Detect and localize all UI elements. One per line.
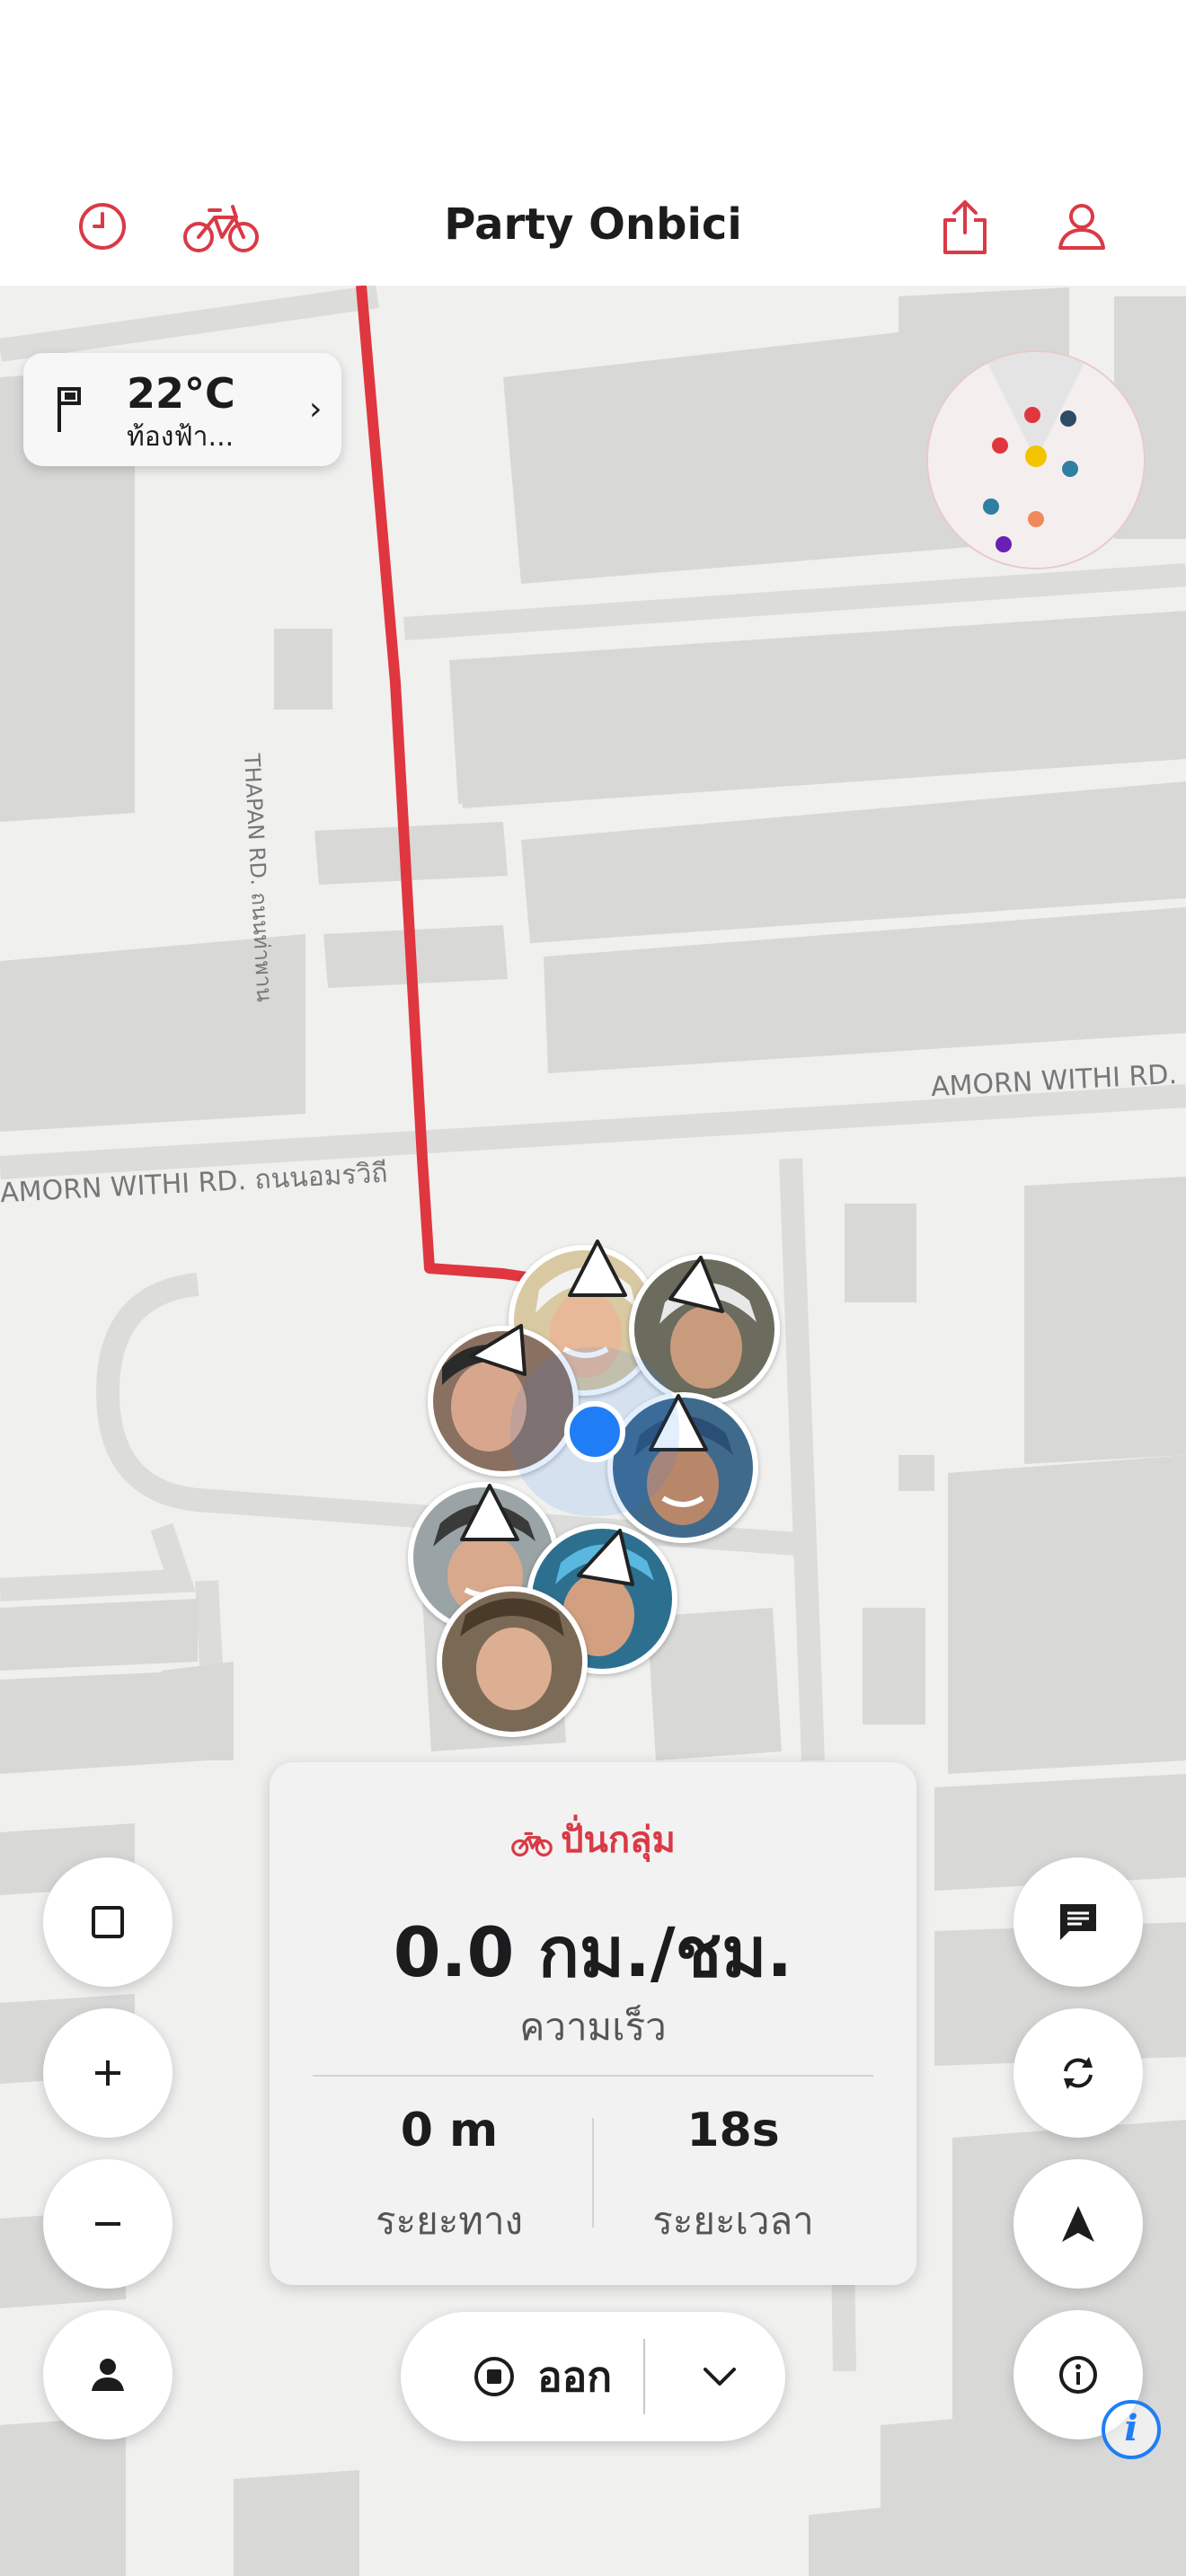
share-button[interactable] (920, 190, 1010, 262)
duration-stat: 18s ระยะเวลา (589, 2104, 877, 2251)
radar-rider-dot (1060, 410, 1076, 427)
refresh-icon (1064, 2057, 1093, 2089)
profile-icon (1058, 204, 1105, 250)
radar-rider-dot (996, 536, 1012, 552)
map-attribution-info-icon[interactable]: i (1102, 2400, 1161, 2459)
radar-rider-dot (983, 498, 999, 515)
current-location-dot (564, 1401, 625, 1462)
radar-self-dot (1025, 446, 1047, 467)
distance-stat: 0 m ระยะทาง (305, 2104, 593, 2251)
ride-mode: ปั่นกลุ่ม (270, 1811, 916, 1868)
more-options-button[interactable] (670, 2312, 769, 2441)
chat-icon (1060, 1904, 1096, 1940)
duration-label: ระยะเวลา (652, 2199, 814, 2243)
weather-temperature: 22°C (127, 369, 235, 418)
radar-rider-dot (1062, 461, 1078, 477)
radar-view (982, 352, 1090, 552)
stop-tracking-button[interactable] (43, 1857, 173, 1987)
top-bar: Party Onbici (0, 0, 1186, 286)
rider-heading-arrow (577, 1529, 634, 1586)
weather-condition: ท้องฟ้า... (127, 421, 235, 453)
duration-value: 18s (686, 2104, 780, 2157)
ride-stats-card: ปั่นกลุ่ม 0.0 กม./ชม. ความเร็ว 0 m ระยะท… (270, 1762, 916, 2285)
rider-avatar[interactable] (437, 1586, 588, 1737)
exit-control: ออก (401, 2312, 785, 2441)
profile-button[interactable] (1037, 190, 1127, 262)
zoom-out-button[interactable] (43, 2159, 173, 2289)
rider-heading-arrow (568, 1239, 627, 1297)
navigate-button[interactable] (1013, 2159, 1143, 2289)
group-radar[interactable] (926, 350, 1146, 569)
bicycle-icon (511, 1831, 553, 1857)
flag-icon (58, 387, 81, 432)
exit-label: ออก (537, 2351, 613, 2401)
distance-label: ระยะทาง (375, 2199, 524, 2243)
navigate-icon (1062, 2206, 1094, 2242)
radar-rider-dot (1028, 511, 1044, 527)
zoom-out-icon (95, 2222, 120, 2226)
chat-button[interactable] (1013, 1857, 1143, 1987)
ride-mode-label: ปั่นกลุ่ม (561, 1820, 676, 1861)
radar-rider-dot (1024, 407, 1040, 423)
stop-square-icon (92, 1906, 124, 1938)
share-icon (943, 200, 987, 254)
chevron-down-icon (704, 2368, 736, 2386)
info-icon (1059, 2356, 1097, 2394)
rider-heading-arrow (460, 1484, 519, 1541)
radar-rider-dot (992, 437, 1008, 454)
zoom-in-icon (95, 2060, 120, 2086)
rider-heading-arrow (649, 1394, 708, 1451)
speed-label: ความเร็ว (519, 2005, 667, 2049)
speed-value: 0.0 กม./ชม. (393, 1912, 793, 1992)
rider-heading-arrow (668, 1256, 724, 1313)
weather-card[interactable]: 22°C ท้องฟ้า... › (23, 353, 341, 466)
chevron-right-icon: › (309, 391, 323, 428)
distance-value: 0 m (400, 2104, 499, 2157)
refresh-button[interactable] (1013, 2008, 1143, 2138)
zoom-in-button[interactable] (43, 2008, 173, 2138)
divider (643, 2339, 645, 2414)
exit-button[interactable]: ออก (473, 2312, 612, 2441)
stop-circle-icon (474, 2357, 514, 2396)
rider-heading-arrow (469, 1324, 527, 1376)
divider (313, 2075, 873, 2077)
center-on-me-button[interactable] (43, 2310, 173, 2439)
person-icon (92, 2359, 124, 2391)
